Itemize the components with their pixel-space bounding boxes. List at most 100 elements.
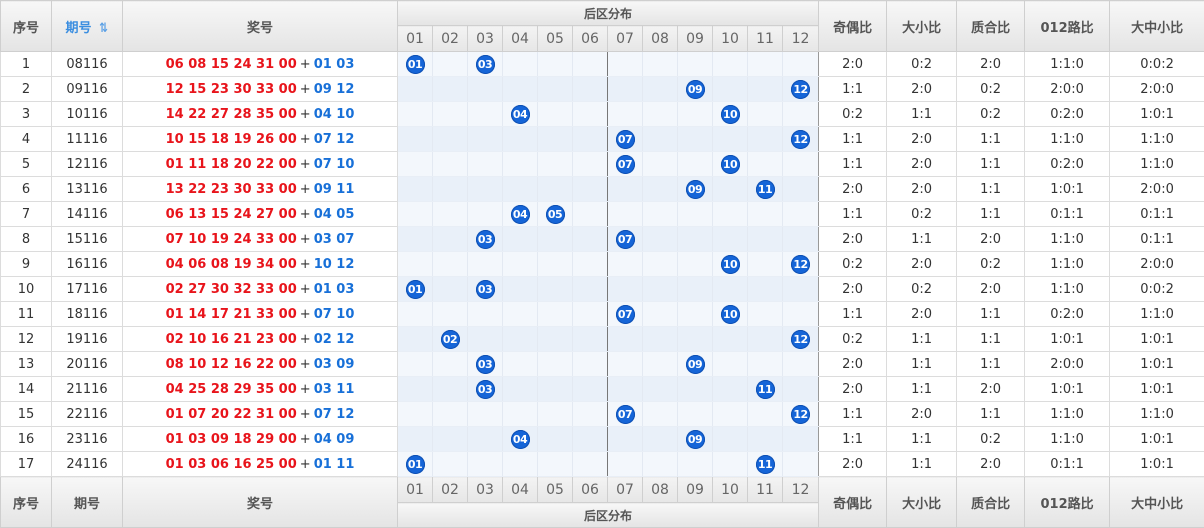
front-zone-numbers: 01 03 09 18 29 00 — [165, 431, 297, 447]
zone-cell — [607, 376, 643, 402]
big-small-ratio: 2:0 — [886, 301, 958, 327]
seq-cell: 8 — [0, 226, 52, 252]
back-zone-numbers: 10 12 — [313, 256, 355, 272]
seq-cell: 2 — [0, 76, 52, 102]
odd-even-ratio: 0:2 — [818, 101, 888, 127]
zone-cell — [397, 176, 433, 202]
zone-cell: 12 — [781, 401, 820, 427]
zone-cell: 01 — [397, 276, 433, 302]
zone-cell: 09 — [677, 76, 713, 102]
zone-cell — [642, 126, 678, 152]
back-number-ball: 09 — [685, 79, 705, 99]
zone-cell — [432, 251, 468, 277]
big-small-ratio: 2:0 — [886, 126, 958, 152]
big-mid-small-ratio: 1:0:1 — [1109, 451, 1204, 477]
zone-cell — [642, 276, 678, 302]
back-zone-numbers: 04 09 — [313, 431, 355, 447]
table-footer: 序号 期号 奖号 01 02 03 04 05 06 07 08 09 10 11 12 奇偶比 大小比质… — [0, 476, 1204, 528]
table-row: 3 10116 14 22 27 28 35 00 +04 10 04 10 0:2 1:1 0… — [0, 101, 1204, 127]
plus-separator: + — [299, 256, 311, 272]
big-mid-small-ratio: 1:1:0 — [1109, 151, 1204, 177]
odd-even-ratio: 0:2 — [818, 326, 888, 352]
zone-number-footer: 11 — [747, 476, 783, 503]
road012-ratio: 1:1:0 — [1024, 226, 1111, 252]
zone-number-footer: 12 — [781, 476, 820, 503]
zone-number-header: 10 — [712, 25, 748, 52]
zone-cell — [432, 376, 468, 402]
big-small-ratio: 1:1 — [886, 326, 958, 352]
seq-header: 序号 — [0, 0, 52, 52]
front-zone-numbers: 13 22 23 30 33 00 — [165, 181, 297, 197]
zone-cell — [397, 226, 433, 252]
zone-cell — [747, 101, 783, 127]
back-zone-numbers: 09 12 — [313, 81, 355, 97]
zone-cell: 11 — [747, 451, 783, 477]
zone-cell — [712, 126, 748, 152]
issue-cell: 19116 — [51, 326, 123, 352]
zone-cell — [677, 126, 713, 152]
zone-cell — [537, 251, 573, 277]
road012-ratio: 1:1:0 — [1024, 276, 1111, 302]
road012-ratio: 0:2:0 — [1024, 151, 1111, 177]
road012-ratio: 0:1:1 — [1024, 201, 1111, 227]
zone-cell — [607, 201, 643, 227]
prime-composite-ratio: 1:1 — [956, 176, 1026, 202]
zone-cell — [467, 151, 503, 177]
zone-number-footer: 04 — [502, 476, 538, 503]
zone-cell — [397, 251, 433, 277]
zone-cell — [607, 451, 643, 477]
zone-cell — [537, 326, 573, 352]
zone-cell — [747, 326, 783, 352]
prime-composite-ratio: 1:1 — [956, 126, 1026, 152]
issue-cell: 09116 — [51, 76, 123, 102]
zone-cell — [712, 351, 748, 377]
plus-separator: + — [299, 56, 311, 72]
zone-cell — [677, 401, 713, 427]
back-number-ball: 09 — [685, 179, 705, 199]
zone-cell — [677, 276, 713, 302]
back-zone-numbers: 01 03 — [313, 56, 355, 72]
sort-icon[interactable]: ⇅ — [99, 21, 108, 36]
big-small-ratio: 0:2 — [886, 201, 958, 227]
issue-cell: 18116 — [51, 301, 123, 327]
zone-cell — [432, 226, 468, 252]
seq-cell: 7 — [0, 201, 52, 227]
zone-cell — [397, 151, 433, 177]
zone-number-footer: 10 — [712, 476, 748, 503]
road012-ratio: 1:0:1 — [1024, 326, 1111, 352]
zone-cell: 11 — [747, 176, 783, 202]
front-zone-numbers: 14 22 27 28 35 00 — [165, 106, 297, 122]
big-mid-small-ratio: 1:0:1 — [1109, 326, 1204, 352]
odd-even-ratio: 2:0 — [818, 376, 888, 402]
table-row: 13 20116 08 10 12 16 22 00 +03 09 03 09 2:0 1:1… — [0, 351, 1204, 377]
seq-cell: 15 — [0, 401, 52, 427]
zone-cell — [432, 276, 468, 302]
zone-cell: 10 — [712, 151, 748, 177]
issue-header[interactable]: 期号 ⇅ — [51, 0, 123, 52]
big-small-ratio: 0:2 — [886, 51, 958, 77]
back-number-ball: 11 — [755, 379, 775, 399]
plus-separator: + — [299, 281, 311, 297]
zone-cell — [502, 351, 538, 377]
zone-cell — [467, 76, 503, 102]
back-zone-numbers: 01 11 — [313, 456, 355, 472]
zone-cell — [712, 51, 748, 77]
back-number-ball: 12 — [791, 79, 811, 99]
zone-cell — [432, 176, 468, 202]
big-mid-small-ratio: 1:1:0 — [1109, 301, 1204, 327]
zone-number-footer: 01 — [397, 476, 433, 503]
zone-cell — [537, 76, 573, 102]
back-zone-numbers: 09 11 — [313, 181, 355, 197]
road012-ratio: 0:2:0 — [1024, 301, 1111, 327]
back-number-ball: 07 — [615, 154, 635, 174]
back-number-ball: 07 — [615, 129, 635, 149]
seq-cell: 17 — [0, 451, 52, 477]
seq-cell: 6 — [0, 176, 52, 202]
odd-even-ratio: 2:0 — [818, 176, 888, 202]
zone-cell — [747, 51, 783, 77]
big-mid-small-ratio: 1:0:1 — [1109, 426, 1204, 452]
zone-cell — [607, 251, 643, 277]
seq-cell: 3 — [0, 101, 52, 127]
zone-cell — [572, 451, 608, 477]
zone-cell — [432, 101, 468, 127]
